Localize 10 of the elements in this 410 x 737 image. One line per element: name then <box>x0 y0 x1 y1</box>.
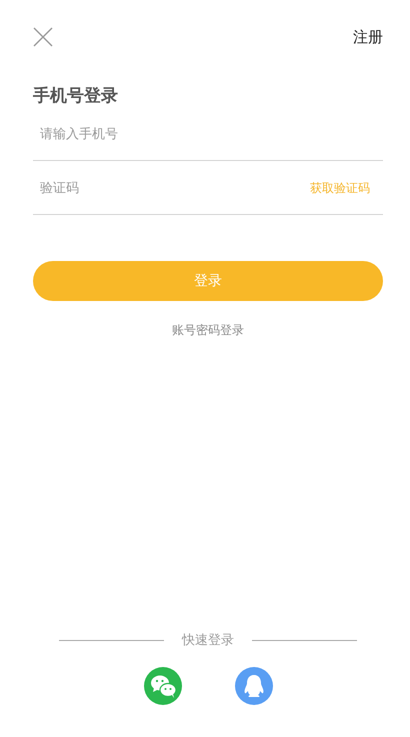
quick-login-label: 快速登录 <box>182 632 234 649</box>
phone-input[interactable]: 请输入手机号 <box>33 126 383 142</box>
close-icon[interactable] <box>33 27 53 47</box>
chat-bubbles-icon[interactable] <box>144 667 182 705</box>
page-title: 手机号登录 <box>33 85 119 107</box>
penguin-icon[interactable] <box>234 667 272 705</box>
register-link[interactable]: 注册 <box>353 28 383 46</box>
get-code-link[interactable]: 获取验证码 <box>310 180 370 196</box>
code-input[interactable]: 验证码 <box>33 180 310 196</box>
password-login-link[interactable]: 账号密码登录 <box>172 322 244 339</box>
